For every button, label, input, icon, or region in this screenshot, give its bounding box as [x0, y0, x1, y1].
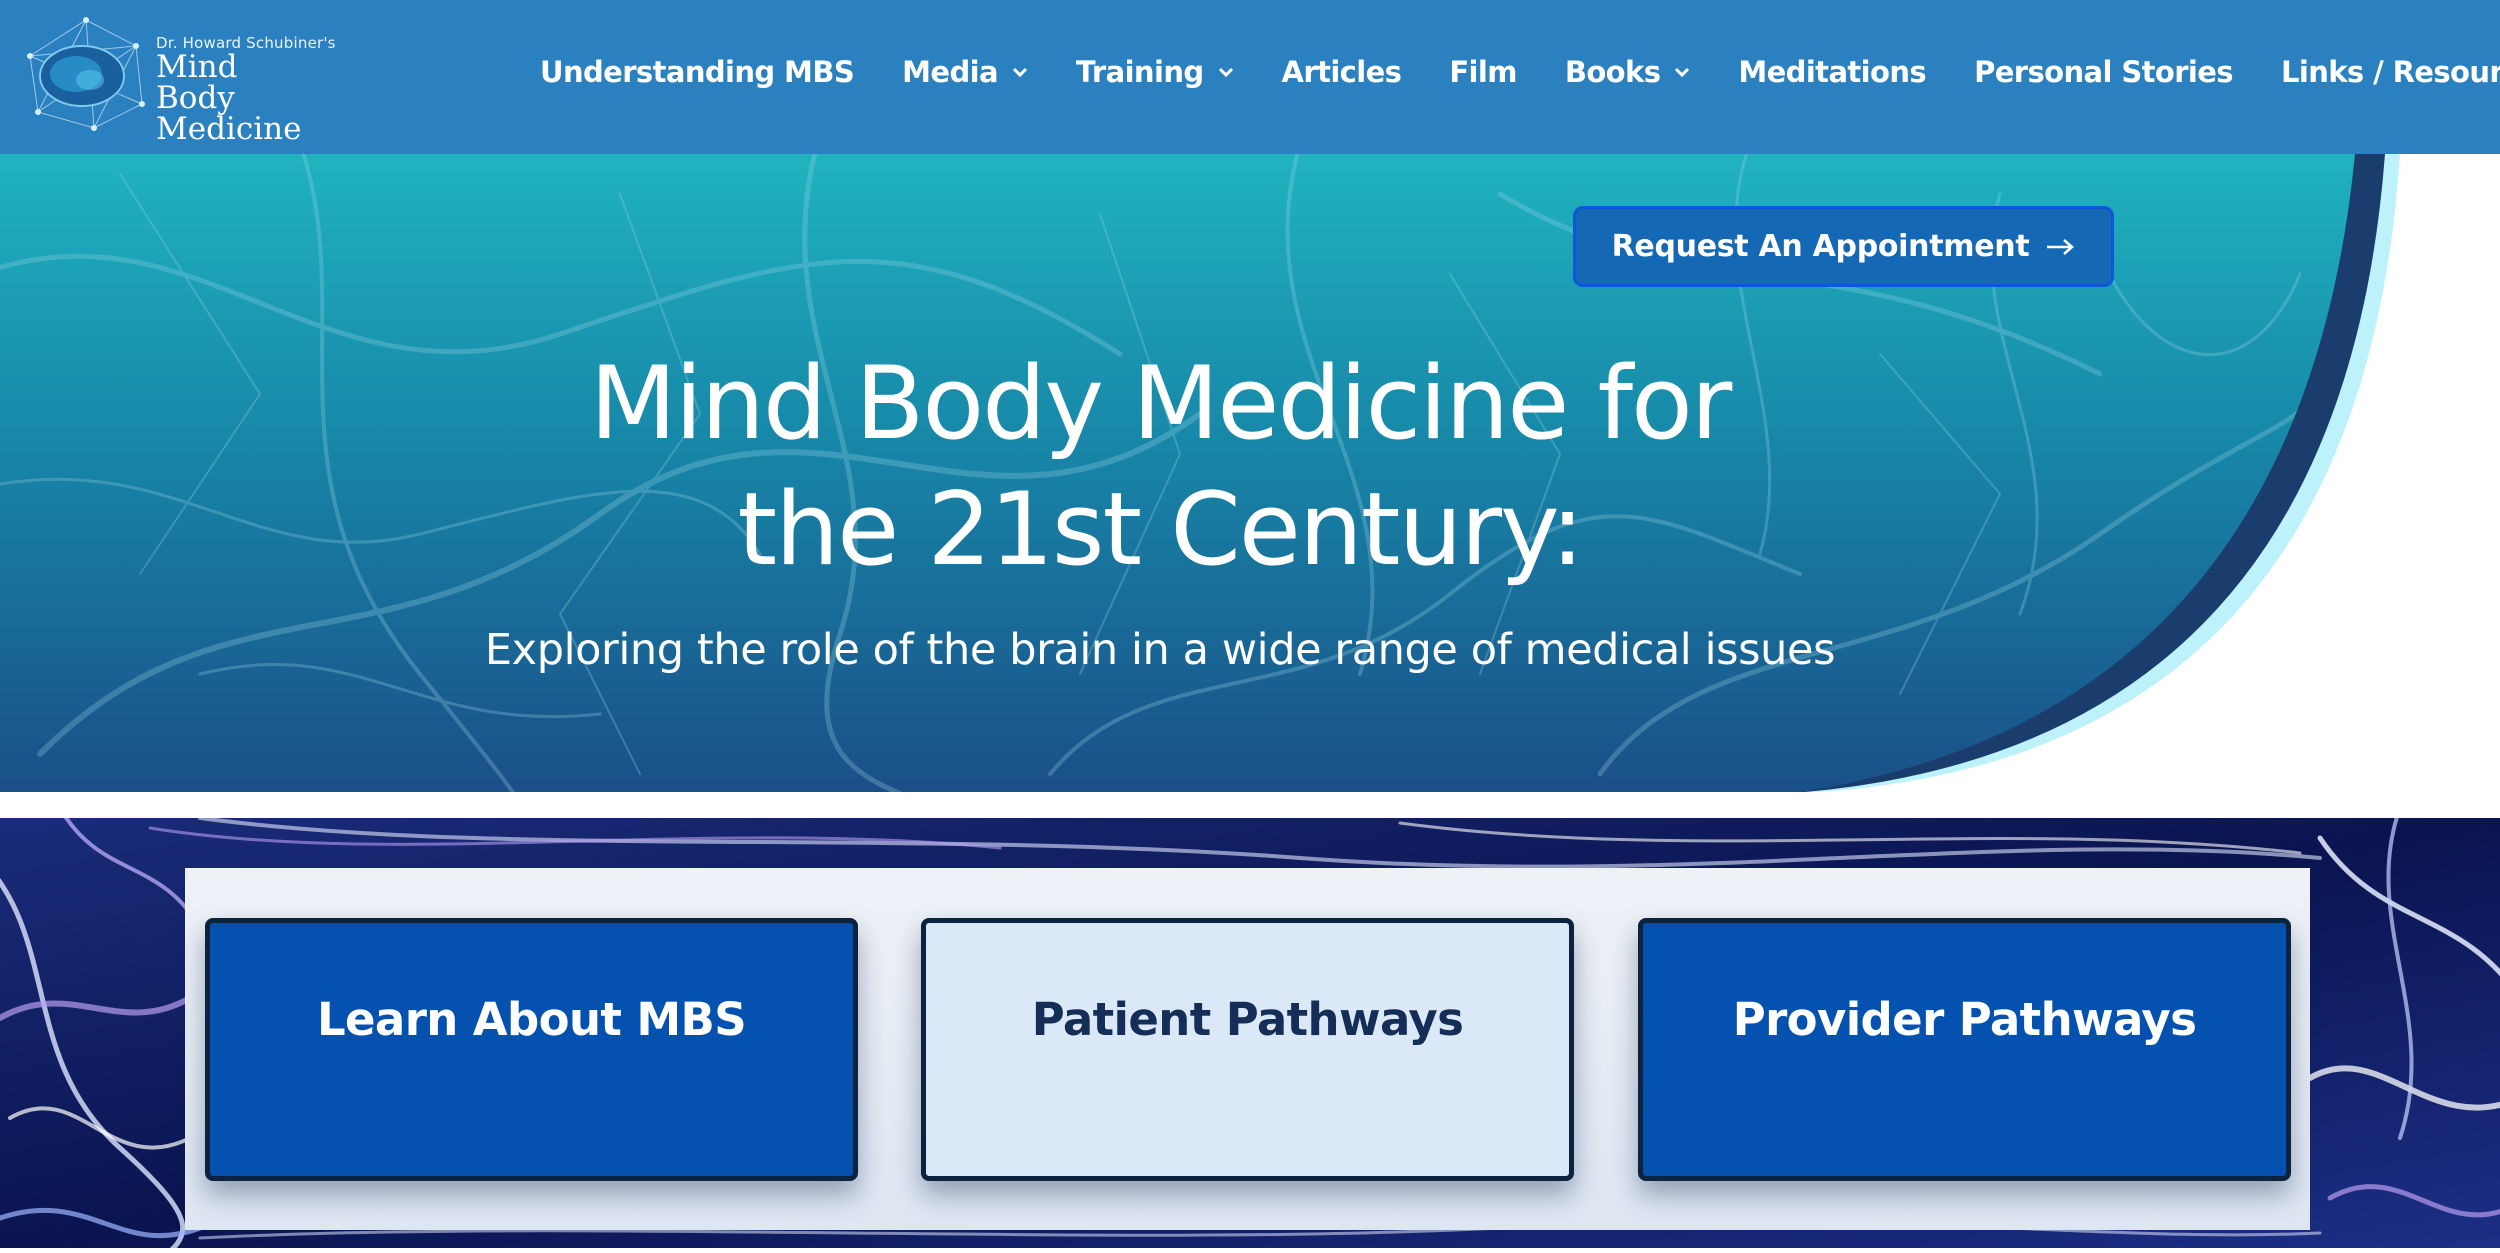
nav-item-label: Books	[1564, 55, 1661, 89]
nav-item-film[interactable]: Film	[1449, 55, 1517, 89]
hero-subtitle: Exploring the role of the brain in a wid…	[484, 625, 1836, 675]
card-label: Learn About MBS	[316, 993, 747, 1046]
chevron-down-icon	[1675, 67, 1690, 78]
nav-item-label: Articles	[1281, 55, 1402, 89]
logo-title-line-2: Medicine	[156, 111, 302, 147]
main-nav: Understanding MBS Media Training Article…	[540, 46, 2500, 98]
hero-title-line-1: Mind Body Medicine for	[589, 344, 1733, 462]
nav-item-label: Film	[1449, 55, 1517, 89]
nav-item-label: Media	[902, 55, 998, 89]
nav-item-label: Meditations	[1738, 55, 1927, 89]
hero-title-line-2: the 21st Century:	[737, 470, 1585, 588]
nav-item-label: Links / Resources	[2280, 55, 2500, 89]
nav-item-meditations[interactable]: Meditations	[1738, 55, 1926, 89]
card-label: Patient Pathways	[1031, 993, 1464, 1046]
nav-item-personal-stories[interactable]: Personal Stories	[1974, 55, 2234, 89]
nav-item-label: Understanding MBS	[540, 55, 855, 89]
nav-item-training[interactable]: Training	[1076, 55, 1234, 89]
chevron-down-icon	[1218, 67, 1233, 78]
learn-about-mbs-card[interactable]: Learn About MBS	[205, 918, 858, 1181]
nav-item-articles[interactable]: Articles	[1282, 55, 1402, 89]
card-label: Provider Pathways	[1732, 993, 2197, 1046]
nav-item-label: Training	[1075, 55, 1204, 89]
provider-pathways-card[interactable]: Provider Pathways	[1638, 918, 2291, 1181]
hero-section: Request An Appointment Mind Body Medicin…	[0, 154, 2500, 792]
brain-network-logo-icon	[27, 17, 145, 131]
hero-title: Mind Body Medicine for the 21st Century:	[340, 340, 1980, 592]
nav-item-books[interactable]: Books	[1565, 55, 1691, 89]
nav-item-label: Personal Stories	[1974, 55, 2234, 89]
logo-title-line-1: Mind Body	[156, 49, 238, 116]
chevron-down-icon	[1012, 67, 1027, 78]
patient-pathways-card[interactable]: Patient Pathways	[921, 918, 1574, 1181]
request-appointment-button[interactable]: Request An Appointment	[1573, 206, 2114, 287]
request-appointment-label: Request An Appointment	[1611, 229, 2030, 264]
nav-item-understanding-mbs[interactable]: Understanding MBS	[540, 55, 855, 89]
pathways-section: Learn About MBS Patient Pathways Provide…	[0, 818, 2500, 1248]
site-logo[interactable]: Dr. Howard Schubiner's Mind Body Medicin…	[24, 14, 336, 145]
site-header: Dr. Howard Schubiner's Mind Body Medicin…	[0, 0, 2500, 154]
nav-item-media[interactable]: Media	[902, 55, 1028, 89]
arrow-right-icon	[2047, 238, 2075, 255]
logo-title: Mind Body Medicine	[156, 52, 326, 145]
nav-item-links-resources[interactable]: Links / Resources	[2281, 55, 2500, 89]
